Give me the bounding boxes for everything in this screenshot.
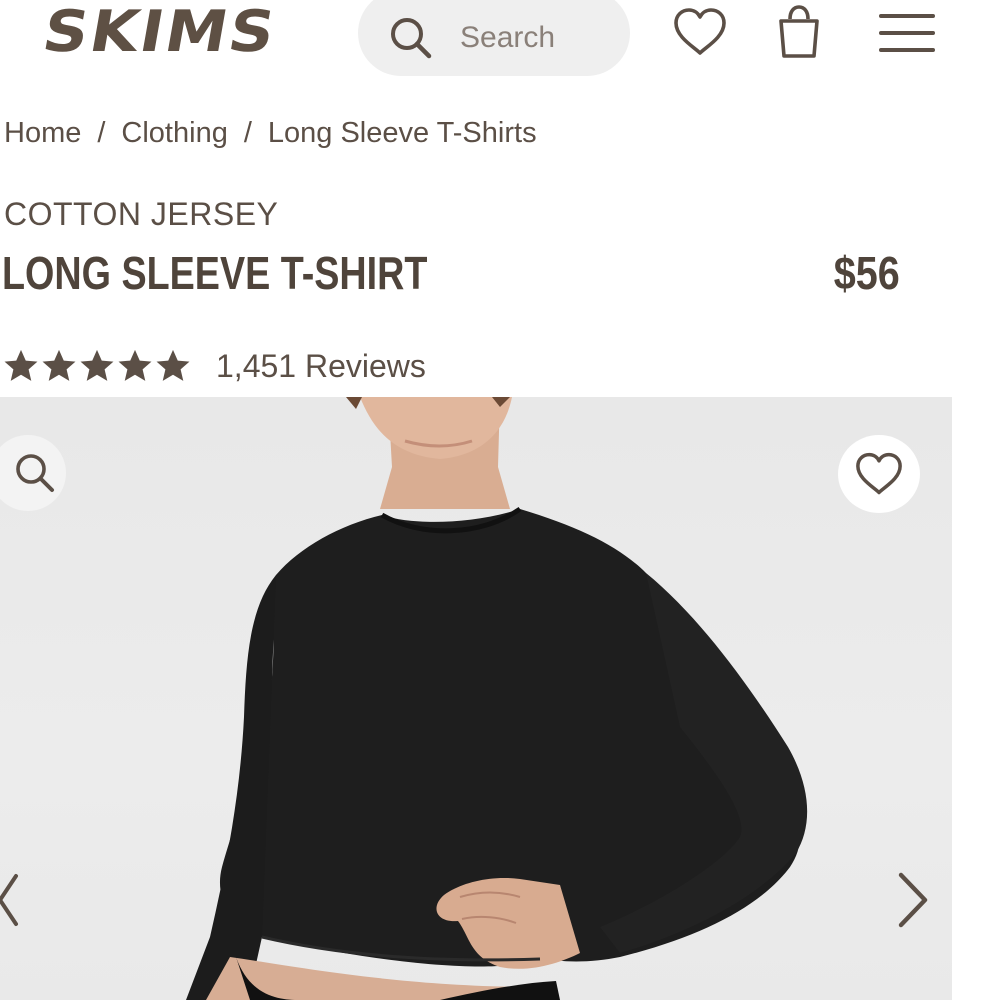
product-rating[interactable]: 1,451 Reviews — [2, 344, 426, 388]
heart-icon — [854, 452, 904, 496]
product-title: LONG SLEEVE T-SHIRT — [2, 247, 428, 299]
star-rating — [2, 347, 192, 385]
breadcrumb-separator: / — [97, 117, 106, 149]
product-price: $56 — [833, 247, 900, 299]
product-image — [186, 397, 808, 1000]
zoom-icon — [13, 451, 57, 495]
skims-logo[interactable]: SKIMS — [37, 0, 284, 72]
star-icon — [156, 349, 190, 381]
breadcrumb-separator: / — [243, 117, 252, 149]
reviews-count-link[interactable]: 1,451 Reviews — [216, 348, 426, 385]
shopping-bag-icon[interactable] — [774, 2, 824, 62]
breadcrumb-home[interactable]: Home — [4, 117, 81, 149]
star-icon — [4, 349, 38, 381]
star-icon — [80, 349, 114, 381]
search-placeholder: Search — [460, 21, 556, 54]
search-icon — [388, 15, 434, 61]
breadcrumb-clothing[interactable]: Clothing — [121, 117, 227, 149]
add-to-wishlist-button[interactable] — [838, 435, 920, 513]
product-collection: COTTON JERSEY — [4, 196, 279, 232]
star-icon — [118, 349, 152, 381]
search-bar[interactable]: Search — [358, 0, 630, 76]
next-image-button[interactable] — [886, 871, 936, 929]
previous-image-button[interactable] — [0, 872, 22, 928]
star-icon — [42, 349, 76, 381]
chevron-left-icon — [0, 872, 20, 928]
wishlist-heart-icon[interactable] — [670, 4, 730, 60]
breadcrumb: Home / Clothing / Long Sleeve T-Shirts — [4, 117, 537, 150]
menu-icon[interactable] — [874, 8, 940, 58]
product-image-gallery[interactable] — [0, 397, 952, 1000]
chevron-right-icon — [891, 871, 931, 929]
breadcrumb-long-sleeve-t-shirts[interactable]: Long Sleeve T-Shirts — [268, 117, 537, 149]
site-header: SKIMS Search — [0, 0, 1000, 80]
